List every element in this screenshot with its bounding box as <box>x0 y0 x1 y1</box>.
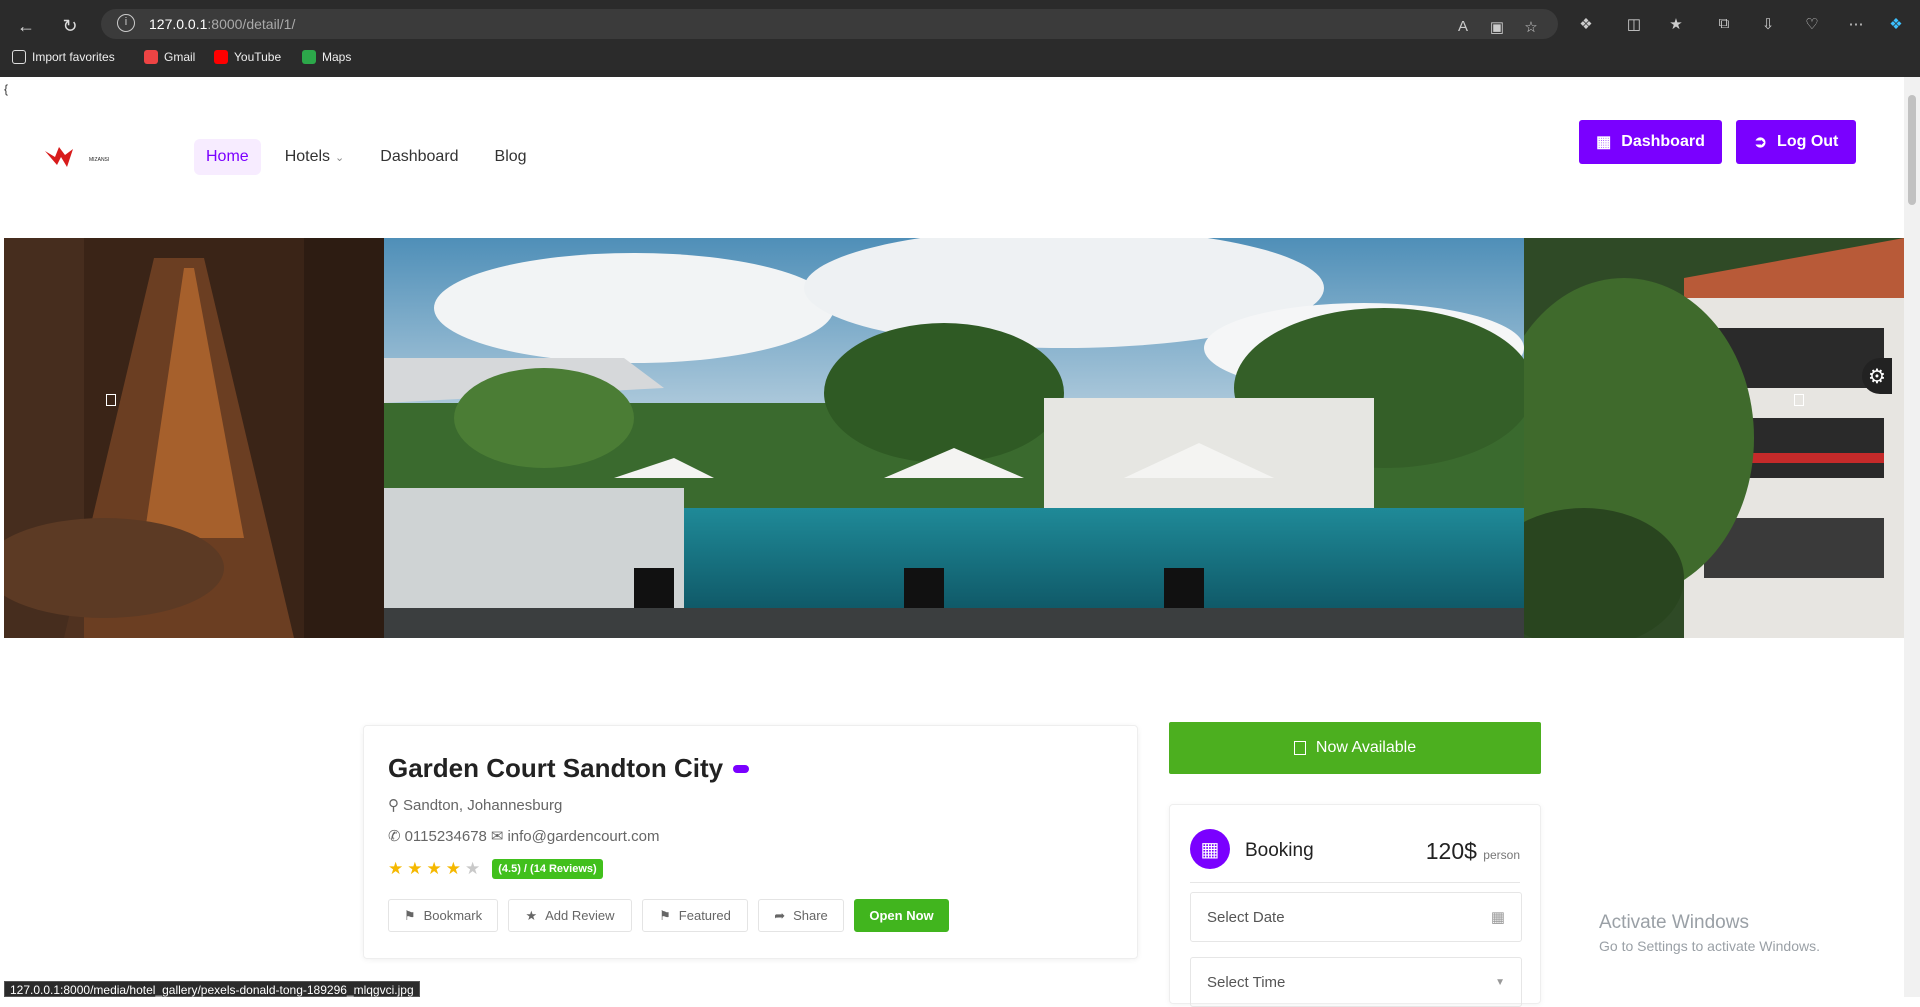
calendar-icon: ▦ <box>1190 829 1230 869</box>
immersive-reader-icon[interactable]: ▣ <box>1487 18 1507 38</box>
availability-banner: Now Available <box>1169 722 1541 774</box>
gallery-image-left[interactable] <box>4 238 384 638</box>
nav-blog[interactable]: Blog <box>483 139 539 175</box>
favorite-star-icon[interactable]: ☆ <box>1521 18 1541 38</box>
hotel-title: Garden Court Sandton City <box>388 753 750 784</box>
star-icon: ★ <box>407 859 423 878</box>
page-scrollbar[interactable] <box>1904 77 1920 997</box>
share-button[interactable]: ➦ Share <box>758 899 844 932</box>
hotel-gallery <box>4 238 1904 638</box>
youtube-icon <box>214 50 228 64</box>
mobile-icon <box>1293 741 1306 755</box>
time-select-field[interactable]: Select Time ▼ <box>1190 957 1522 1007</box>
calendar-small-icon: ▦ <box>1490 909 1505 926</box>
envelope-icon: ✉ <box>490 828 504 845</box>
phone-icon: ✆ <box>388 828 401 845</box>
read-aloud-icon[interactable]: A <box>1453 18 1473 38</box>
collections-icon[interactable]: ⧉ <box>1714 15 1734 35</box>
copilot-icon[interactable]: ❖ <box>1886 15 1906 35</box>
rating-stars: ★ ★ ★ ★ ★ (4.5) / (14 Reviews) <box>388 859 603 879</box>
bookmark-maps[interactable]: Maps <box>302 50 351 64</box>
nav-home[interactable]: Home <box>194 139 261 175</box>
nav-dashboard[interactable]: Dashboard <box>368 139 470 175</box>
hotel-phone[interactable]: 0115234678 <box>405 828 487 845</box>
status-url: 127.0.0.1:8000/media/hotel_gallery/pexel… <box>4 981 420 997</box>
address-row: ← ↻ i 127.0.0.1:8000/detail/1/ A ▣ ☆ ❖ ◫… <box>0 6 1920 42</box>
booking-divider <box>1190 882 1520 883</box>
image-placeholder-icon <box>1794 394 1804 406</box>
split-screen-icon[interactable]: ◫ <box>1624 15 1644 35</box>
date-select-field[interactable]: Select Date ▦ <box>1190 892 1522 942</box>
booking-title: Booking <box>1245 840 1314 861</box>
star-outline-icon: ★ <box>525 907 538 923</box>
open-now-button[interactable]: Open Now <box>854 899 949 932</box>
address-bar[interactable]: i 127.0.0.1:8000/detail/1/ A ▣ ☆ <box>101 9 1558 39</box>
image-placeholder-icon <box>106 394 116 406</box>
url-text[interactable]: 127.0.0.1:8000/detail/1/ <box>149 16 295 32</box>
scrollbar-thumb[interactable] <box>1908 95 1916 205</box>
featured-button[interactable]: ⚑ Featured <box>642 899 748 932</box>
chevron-down-icon: ⌄ <box>335 151 345 164</box>
share-icon: ➦ <box>774 907 786 923</box>
import-icon <box>12 50 26 64</box>
maps-icon <box>302 50 316 64</box>
hotel-info-card: Garden Court Sandton City ⚲ Sandton, Joha… <box>363 725 1138 959</box>
main-nav: Home Hotels ⌄ Dashboard Blog <box>194 139 539 175</box>
hotel-email[interactable]: info@gardencourt.com <box>507 828 659 845</box>
bookmarks-bar: Import favorites Gmail YouTube Maps <box>0 47 1920 69</box>
half-star-icon: ★ <box>465 859 481 878</box>
settings-gear-icon[interactable]: ⚙ <box>1862 358 1892 394</box>
web-page: { MIZANSI Home Hotels ⌄ Dashboard Blog ▦ D… <box>4 77 1904 1007</box>
flag-icon: ⚑ <box>659 907 671 923</box>
info-icon[interactable]: i <box>117 14 135 32</box>
gallery-image-right[interactable] <box>1524 238 1904 638</box>
logout-button[interactable]: ➲ Log Out <box>1736 120 1856 164</box>
gallery-image-center[interactable] <box>384 238 1524 638</box>
gmail-icon <box>144 50 158 64</box>
bookmark-icon: ⚑ <box>403 907 416 923</box>
booking-price: 120$ person <box>1425 838 1520 864</box>
hotel-location: ⚲ Sandton, Johannesburg <box>388 796 563 815</box>
stray-brace: { <box>4 82 9 96</box>
star-icon: ★ <box>445 859 461 878</box>
dashboard-button[interactable]: ▦ Dashboard <box>1579 120 1722 164</box>
dropdown-caret-icon: ▼ <box>1495 976 1505 988</box>
favorites-icon[interactable]: ★ <box>1666 15 1686 35</box>
windows-activation-watermark: Activate Windows Go to Settings to activ… <box>1599 912 1820 954</box>
hotel-actions: ⚑ Bookmark ★ Add Review ⚑ Featured ➦ Share O… <box>388 899 949 932</box>
add-review-button[interactable]: ★ Add Review <box>508 899 632 932</box>
browser-essentials-icon[interactable]: ♡ <box>1802 15 1822 35</box>
booking-widget: ▦ Booking 120$ person Select Date ▦ Selec… <box>1169 804 1541 1007</box>
status-pill <box>733 764 750 773</box>
rating-badge: (4.5) / (14 Reviews) <box>492 859 603 879</box>
bookmark-youtube[interactable]: YouTube <box>214 50 281 64</box>
star-icon: ★ <box>426 859 442 878</box>
bookmark-button[interactable]: ⚑ Bookmark <box>388 899 498 932</box>
back-icon[interactable]: ← <box>14 14 38 38</box>
site-logo[interactable]: MIZANSI <box>43 143 117 173</box>
star-icon: ★ <box>388 859 404 878</box>
extensions-icon[interactable]: ❖ <box>1576 15 1596 35</box>
bookmark-import-favorites[interactable]: Import favorites <box>12 50 115 64</box>
browser-chrome: ← ↻ i 127.0.0.1:8000/detail/1/ A ▣ ☆ ❖ ◫… <box>0 0 1920 77</box>
grid-icon: ▦ <box>1596 134 1612 151</box>
logout-icon: ➲ <box>1753 134 1768 151</box>
refresh-icon[interactable]: ↻ <box>58 14 82 38</box>
hotel-contact: ✆ 0115234678 ✉ info@gardencourt.com <box>388 827 659 846</box>
downloads-icon[interactable]: ⇩ <box>1758 15 1778 35</box>
more-menu-icon[interactable]: ⋯ <box>1846 15 1866 35</box>
map-pin-icon: ⚲ <box>388 797 399 814</box>
bookmark-gmail[interactable]: Gmail <box>144 50 195 64</box>
svg-text:MIZANSI: MIZANSI <box>89 157 109 163</box>
nav-hotels[interactable]: Hotels ⌄ <box>273 139 357 175</box>
